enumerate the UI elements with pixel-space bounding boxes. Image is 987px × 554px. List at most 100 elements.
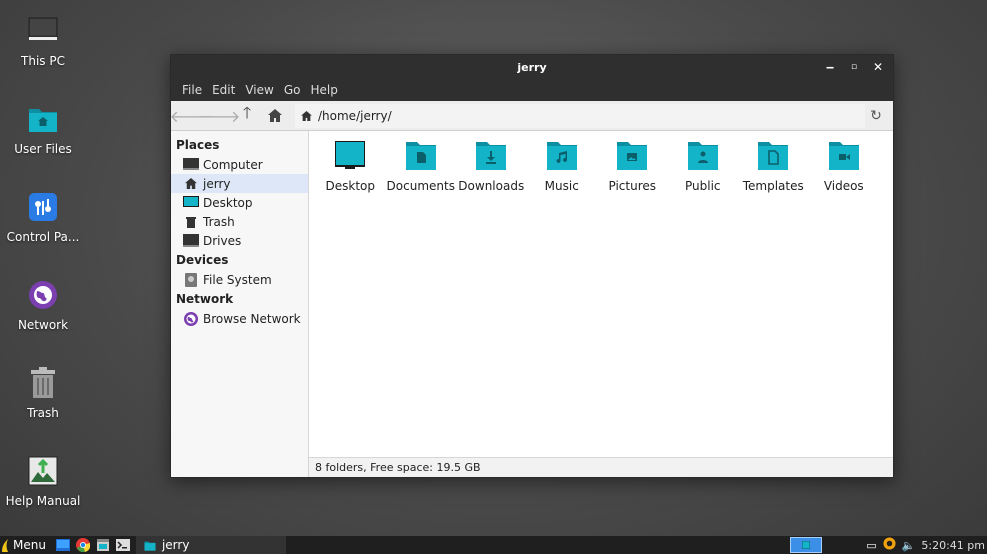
control-panel-icon bbox=[26, 190, 60, 224]
menu-label: Menu bbox=[13, 538, 46, 552]
maximize-button[interactable]: ▫ bbox=[845, 58, 863, 76]
desktop-icon-trash[interactable]: Trash bbox=[0, 366, 86, 420]
menu-help[interactable]: Help bbox=[305, 83, 342, 97]
toolbar: 🡐 🡒 🡑 /home/jerry/ ↻ bbox=[170, 101, 893, 131]
close-button[interactable]: ✕ bbox=[869, 58, 887, 76]
desktop-icon-network[interactable]: Network bbox=[0, 278, 86, 332]
videos-folder-icon bbox=[828, 141, 860, 171]
folder-downloads[interactable]: Downloads bbox=[456, 139, 527, 193]
address-path: /home/jerry/ bbox=[318, 108, 392, 123]
folder-label: Videos bbox=[823, 179, 864, 193]
sidebar-item-desktop[interactable]: Desktop bbox=[171, 193, 308, 212]
terminal-icon[interactable] bbox=[115, 538, 130, 552]
quick-launch bbox=[55, 538, 130, 553]
menu-view[interactable]: View bbox=[240, 83, 278, 97]
folder-music[interactable]: Music bbox=[527, 139, 598, 193]
home-icon bbox=[301, 110, 312, 121]
desktop-icon-user-files[interactable]: User Files bbox=[0, 102, 86, 156]
folder-label: Templates bbox=[742, 179, 804, 193]
menu-file[interactable]: File bbox=[177, 83, 207, 97]
trash-icon bbox=[183, 215, 199, 229]
arrow-up-icon: 🡑 bbox=[242, 103, 252, 122]
sidebar-item-label: Computer bbox=[203, 157, 263, 172]
sidebar-header-devices: Devices bbox=[176, 253, 229, 267]
file-grid: Desktop Documents Downloads Music Pictur… bbox=[309, 131, 893, 193]
window-titlebar[interactable]: jerry ‒ ▫ ✕ bbox=[171, 55, 893, 79]
workspace-switcher[interactable] bbox=[790, 537, 823, 553]
folder-templates[interactable]: Templates bbox=[738, 139, 809, 193]
sidebar-item-label: jerry bbox=[203, 176, 231, 191]
start-menu-button[interactable]: Menu bbox=[0, 538, 52, 552]
sidebar-item-label: Drives bbox=[203, 233, 242, 248]
forward-button[interactable]: 🡒 bbox=[198, 104, 241, 128]
desktop-icon-this-pc[interactable]: This PC bbox=[0, 14, 86, 68]
pictures-folder-icon bbox=[616, 141, 648, 171]
desktop-icon-label: Control Pa... bbox=[6, 230, 80, 244]
home-folder-icon bbox=[26, 102, 60, 136]
sidebar-item-label: Browse Network bbox=[203, 311, 301, 326]
sidebar-item-jerry[interactable]: jerry bbox=[171, 174, 308, 193]
menu-go[interactable]: Go bbox=[279, 83, 306, 97]
monitor-icon bbox=[26, 14, 60, 48]
folder-desktop[interactable]: Desktop bbox=[315, 139, 386, 193]
desktop-icon bbox=[183, 196, 199, 210]
minimize-button[interactable]: ‒ bbox=[821, 58, 839, 76]
network-globe-icon bbox=[26, 278, 60, 312]
drive-icon bbox=[183, 234, 199, 248]
sidebar-item-label: Trash bbox=[203, 214, 235, 229]
taskbar-item-jerry[interactable]: jerry bbox=[135, 536, 286, 554]
folder-label: Public bbox=[684, 179, 721, 193]
update-icon[interactable] bbox=[883, 537, 896, 553]
screen-icon[interactable]: ▭ bbox=[866, 539, 876, 552]
desktop-icon-label: This PC bbox=[21, 54, 65, 68]
taskbar: Menu jerry ▭ 🔈 5:20:41 pm bbox=[0, 536, 987, 554]
menu-bar: File Edit View Go Help bbox=[171, 79, 893, 101]
taskbar-item-label: jerry bbox=[161, 538, 190, 552]
desktop-icon-help-manual[interactable]: Help Manual bbox=[0, 454, 86, 508]
sidebar-item-drives[interactable]: Drives bbox=[171, 231, 308, 250]
status-text: 8 folders, Free space: 19.5 GB bbox=[315, 461, 481, 474]
reload-button[interactable]: ↻ bbox=[865, 105, 887, 127]
documents-folder-icon bbox=[405, 141, 437, 171]
desktop-icon-label: Trash bbox=[27, 406, 59, 420]
home-folder-icon bbox=[144, 541, 156, 551]
chrome-icon[interactable] bbox=[75, 538, 91, 553]
home-button[interactable] bbox=[261, 104, 289, 128]
folder-label: Desktop bbox=[325, 179, 376, 193]
desktop-folder-icon bbox=[334, 141, 366, 171]
menu-logo-icon bbox=[2, 539, 8, 552]
folder-videos[interactable]: Videos bbox=[809, 139, 880, 193]
sidebar-header-places: Places bbox=[176, 138, 220, 152]
help-manual-icon bbox=[26, 454, 60, 488]
close-icon: ✕ bbox=[872, 60, 884, 74]
sidebar-header-network: Network bbox=[176, 292, 234, 306]
up-button[interactable]: 🡑 bbox=[233, 103, 261, 128]
volume-icon[interactable]: 🔈 bbox=[902, 539, 916, 552]
menu-edit[interactable]: Edit bbox=[207, 83, 240, 97]
show-desktop-icon[interactable] bbox=[55, 538, 70, 552]
folder-public[interactable]: Public bbox=[668, 139, 739, 193]
disk-icon bbox=[183, 272, 199, 287]
sidebar: Places Computer jerry Desktop Trash Driv… bbox=[171, 131, 309, 477]
sidebar-item-label: Desktop bbox=[203, 195, 253, 210]
sidebar-item-file-system[interactable]: File System bbox=[171, 270, 308, 289]
desktop-icon-label: Help Manual bbox=[5, 494, 81, 508]
templates-folder-icon bbox=[757, 141, 789, 171]
folder-label: Music bbox=[544, 179, 579, 193]
sidebar-item-trash[interactable]: Trash bbox=[171, 212, 308, 231]
folder-label: Pictures bbox=[608, 179, 657, 193]
sidebar-item-label: File System bbox=[203, 272, 272, 287]
clock[interactable]: 5:20:41 pm bbox=[921, 539, 985, 552]
music-folder-icon bbox=[546, 141, 578, 171]
folder-documents[interactable]: Documents bbox=[386, 139, 457, 193]
folder-label: Downloads bbox=[458, 179, 525, 193]
sidebar-item-browse-network[interactable]: Browse Network bbox=[171, 309, 308, 328]
address-bar[interactable]: /home/jerry/ bbox=[295, 103, 865, 128]
sidebar-item-computer[interactable]: Computer bbox=[171, 155, 308, 174]
folder-pictures[interactable]: Pictures bbox=[597, 139, 668, 193]
desktop-icon-control-panel[interactable]: Control Pa... bbox=[0, 190, 86, 244]
file-manager-icon[interactable] bbox=[96, 538, 110, 552]
folder-label: Documents bbox=[386, 179, 455, 193]
monitor-icon bbox=[183, 158, 199, 172]
status-bar: 8 folders, Free space: 19.5 GB bbox=[309, 457, 893, 477]
